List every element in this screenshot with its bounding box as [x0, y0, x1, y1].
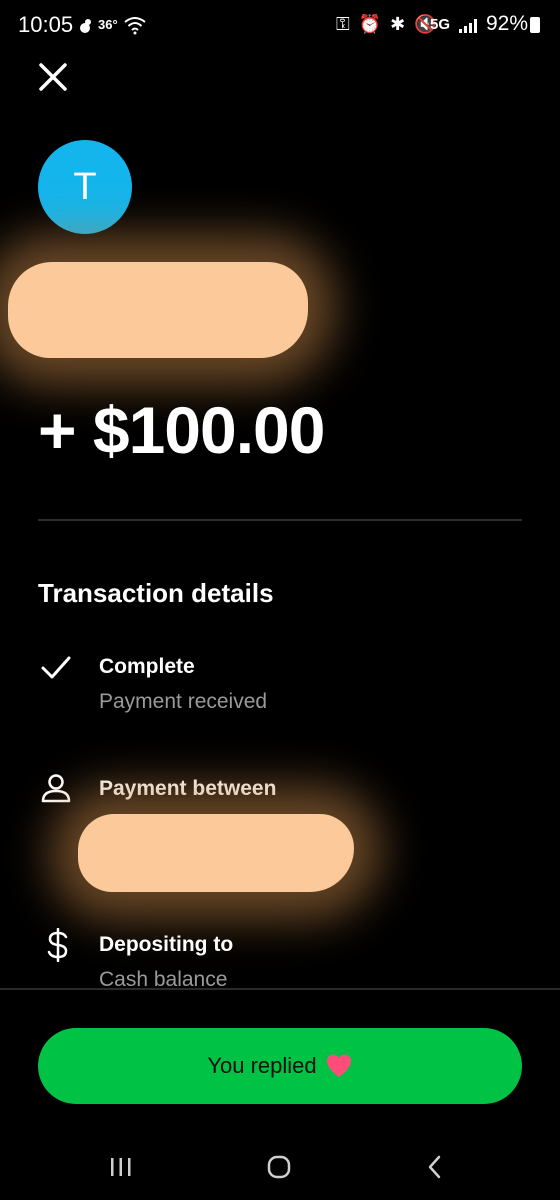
status-icons: ⚿ ⏰ ✱ 🔇 — [336, 14, 439, 34]
status-time: 10:05 — [18, 12, 74, 37]
back-icon — [428, 1155, 441, 1179]
avatar: T — [38, 140, 132, 234]
redaction-mark — [78, 814, 354, 892]
battery-percent: 92% — [486, 12, 529, 35]
depositing-title: Depositing to — [99, 933, 234, 956]
divider — [38, 519, 522, 521]
network-label: 5G — [430, 16, 451, 33]
person-icon — [40, 772, 72, 804]
home-button[interactable] — [262, 1150, 296, 1184]
replied-button[interactable]: You replied — [38, 1028, 522, 1104]
dollar-icon — [44, 928, 72, 962]
checkmark-icon — [40, 654, 72, 682]
status-temperature: 36° — [98, 17, 118, 32]
payment-between-title: Payment between — [99, 777, 277, 800]
close-icon — [39, 63, 67, 91]
replied-label: You replied — [207, 1053, 317, 1078]
status-title: Complete — [99, 655, 195, 678]
status-bar: 10:05 36° ⚿ ⏰ ✱ 🔇 5G 92% — [0, 0, 560, 52]
battery-icon — [530, 17, 540, 33]
redaction-mark — [8, 262, 308, 358]
close-button[interactable] — [36, 60, 70, 94]
depositing-subtitle: Cash balance — [99, 968, 228, 988]
amount: + $100.00 — [38, 393, 325, 467]
signal-icon — [459, 19, 477, 33]
weather-icon — [80, 19, 91, 33]
back-button[interactable] — [418, 1150, 452, 1184]
status-subtitle: Payment received — [99, 690, 268, 713]
section-title: Transaction details — [38, 578, 274, 608]
recent-apps-icon — [111, 1158, 131, 1176]
recent-apps-button[interactable] — [104, 1150, 138, 1184]
divider — [0, 988, 560, 990]
home-icon — [267, 1155, 291, 1179]
heart-icon — [325, 1053, 353, 1079]
wifi-icon — [124, 17, 146, 35]
